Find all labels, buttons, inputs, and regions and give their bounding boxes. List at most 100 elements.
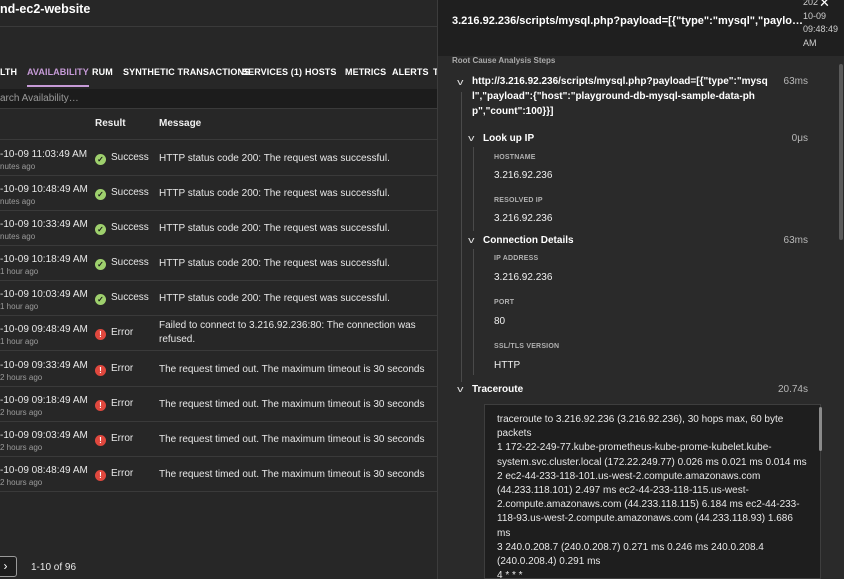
tab-metrics[interactable]: METRICS <box>345 57 386 87</box>
next-page-button[interactable]: › <box>0 556 17 577</box>
traceroute-output-box[interactable]: traceroute to 3.216.92.236 (3.216.92.236… <box>484 404 822 579</box>
result-label: Success <box>111 292 149 303</box>
chevron-right-icon: › <box>3 559 8 573</box>
result-label: Success <box>111 222 149 233</box>
chevron-down-icon[interactable]: v <box>468 133 474 143</box>
row-message: HTTP status code 200: The request was su… <box>159 188 390 199</box>
resolved-ip-value: 3.216.92.236 <box>494 213 553 224</box>
rca-traceroute-label[interactable]: Traceroute <box>472 384 523 395</box>
check-icon: ✓ <box>95 294 106 305</box>
chevron-down-icon[interactable]: v <box>457 77 463 87</box>
column-header-result[interactable]: Result <box>95 118 126 129</box>
row-result: ✓ Success <box>95 187 149 200</box>
page-title: nd-ec2-website <box>0 2 91 16</box>
row-timestamp: -10-09 08:48:49 AM <box>0 465 88 476</box>
result-label: Error <box>111 468 134 479</box>
rca-root-duration: 63ms <box>783 76 808 87</box>
row-timestamp: -10-09 09:33:49 AM <box>0 360 88 371</box>
error-icon: ! <box>95 329 106 340</box>
row-relative-time: nutes ago <box>0 162 36 171</box>
row-timestamp: -10-09 09:48:49 AM <box>0 324 88 335</box>
row-message: HTTP status code 200: The request was su… <box>159 258 390 269</box>
table-row[interactable]: -10-09 10:03:49 AM 1 hour ago ✓ Success H… <box>0 281 437 316</box>
result-label: Success <box>111 257 149 268</box>
row-message: The request timed out. The maximum timeo… <box>159 399 425 410</box>
close-icon[interactable]: ✕ <box>819 0 830 11</box>
tab-availability[interactable]: AVAILABILITY <box>27 57 89 87</box>
tree-guide <box>461 92 462 382</box>
row-message: HTTP status code 200: The request was su… <box>159 223 390 234</box>
check-icon: ✓ <box>95 189 106 200</box>
row-relative-time: nutes ago <box>0 232 36 241</box>
row-result: ✓ Success <box>95 222 149 235</box>
rca-connection-duration: 63ms <box>783 235 808 246</box>
detail-date-day: 10-09 <box>803 10 827 21</box>
table-row[interactable]: -10-09 10:48:49 AM nutes ago ✓ Success HT… <box>0 176 437 211</box>
divider <box>0 26 437 27</box>
row-timestamp: -10-09 10:18:49 AM <box>0 254 88 265</box>
tree-guide <box>473 147 474 231</box>
row-relative-time: 1 hour ago <box>0 337 39 346</box>
rca-section-label: Root Cause Analysis Steps <box>452 56 556 65</box>
detail-header: 3.216.92.236/scripts/mysql.php?payload=[… <box>438 0 844 56</box>
tab-synthetic-transactions[interactable]: SYNTHETIC TRANSACTIONS <box>123 57 250 87</box>
result-label: Error <box>111 327 134 338</box>
detail-title: 3.216.92.236/scripts/mysql.php?payload=[… <box>452 15 807 27</box>
error-icon: ! <box>95 470 106 481</box>
rca-lookup-label[interactable]: Look up IP <box>483 133 534 144</box>
row-relative-time: 1 hour ago <box>0 302 39 311</box>
row-message: HTTP status code 200: The request was su… <box>159 293 390 304</box>
row-result: ! Error <box>95 468 133 481</box>
hostname-value: 3.216.92.236 <box>494 170 553 181</box>
row-relative-time: 1 hour ago <box>0 267 39 276</box>
row-message: Failed to connect to 3.216.92.236:80: Th… <box>159 320 416 345</box>
table-row[interactable]: -10-09 10:33:49 AM nutes ago ✓ Success HT… <box>0 211 437 246</box>
tab-health[interactable]: LTH <box>0 57 17 87</box>
row-timestamp: -10-09 09:18:49 AM <box>0 395 88 406</box>
availability-panel: nd-ec2-website LTH AVAILABILITY RUM SYNT… <box>0 0 437 579</box>
chevron-down-icon[interactable]: v <box>457 384 463 394</box>
detail-scrollbar[interactable] <box>839 64 843 240</box>
row-relative-time: 2 hours ago <box>0 443 43 452</box>
table-row[interactable]: -10-09 08:48:49 AM 2 hours ago ! Error Th… <box>0 457 437 492</box>
row-timestamp: -10-09 10:48:49 AM <box>0 184 88 195</box>
hostname-label: HOSTNAME <box>494 154 536 161</box>
check-icon: ✓ <box>95 224 106 235</box>
table-row[interactable]: -10-09 09:33:49 AM 2 hours ago ! Error Th… <box>0 352 437 387</box>
search-input[interactable] <box>0 89 437 109</box>
error-icon: ! <box>95 435 106 446</box>
column-header-message[interactable]: Message <box>159 118 201 129</box>
tab-services[interactable]: SERVICES (1) <box>242 57 302 87</box>
row-result: ✓ Success <box>95 152 149 165</box>
rca-lookup-duration: 0μs <box>791 133 808 144</box>
table-row[interactable]: -10-09 09:03:49 AM 2 hours ago ! Error Th… <box>0 422 437 457</box>
table-row[interactable]: -10-09 10:18:49 AM 1 hour ago ✓ Success H… <box>0 246 437 281</box>
row-result: ✓ Success <box>95 292 149 305</box>
result-label: Error <box>111 363 134 374</box>
detail-date-time: 09:48:49 <box>803 24 839 34</box>
traceroute-scrollbar[interactable] <box>819 407 822 451</box>
error-icon: ! <box>95 365 106 376</box>
table-row[interactable]: -10-09 09:18:49 AM 2 hours ago ! Error Th… <box>0 387 437 422</box>
row-result: ! Error <box>95 363 133 376</box>
rca-connection-label[interactable]: Connection Details <box>483 235 574 246</box>
rca-root-url: http://3.216.92.236/scripts/mysql.php?pa… <box>472 76 768 117</box>
table-row[interactable]: -10-09 09:48:49 AM 1 hour ago ! Error Fai… <box>0 316 437 351</box>
tab-rum[interactable]: RUM <box>92 57 113 87</box>
check-icon: ✓ <box>95 259 106 270</box>
result-label: Success <box>111 187 149 198</box>
row-result: ! Error <box>95 433 133 446</box>
tls-version-label: SSL/TLS VERSION <box>494 343 560 350</box>
row-message: HTTP status code 200: The request was su… <box>159 153 390 164</box>
check-icon: ✓ <box>95 154 106 165</box>
row-relative-time: 2 hours ago <box>0 408 43 417</box>
chevron-down-icon[interactable]: v <box>468 235 474 245</box>
tab-alerts[interactable]: ALERTS <box>392 57 429 87</box>
tab-hosts[interactable]: HOSTS <box>305 57 337 87</box>
table-row[interactable]: -10-09 11:03:49 AM nutes ago ✓ Success HT… <box>0 141 437 176</box>
detail-date-ampm: AM <box>803 37 817 48</box>
tab-bar: LTH AVAILABILITY RUM SYNTHETIC TRANSACTI… <box>0 57 437 87</box>
port-value: 80 <box>494 316 506 327</box>
result-label: Error <box>111 398 134 409</box>
table-header: Result Message <box>0 110 437 140</box>
